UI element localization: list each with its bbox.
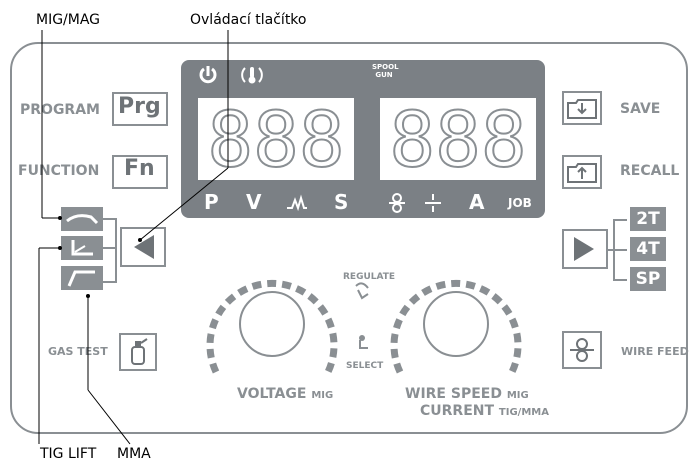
annotation-lines (38, 30, 229, 445)
